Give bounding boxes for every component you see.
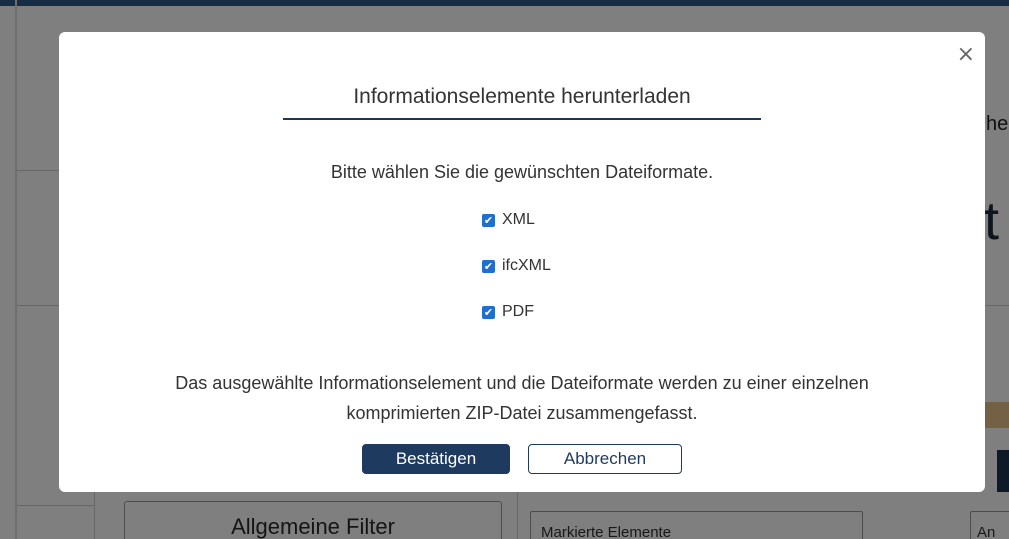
- dialog-note: Das ausgewählte Informationselement und …: [59, 368, 985, 428]
- format-option-pdf[interactable]: ✔ PDF: [482, 301, 534, 323]
- dialog-title: Informationselemente herunterladen: [353, 85, 691, 108]
- format-label: ifcXML: [502, 257, 551, 274]
- format-label: XML: [502, 211, 535, 228]
- note-line: Das ausgewählte Informationselement und …: [175, 373, 869, 393]
- download-dialog: × Informationselemente herunterladen Bit…: [59, 32, 985, 492]
- format-option-xml[interactable]: ✔ XML: [482, 209, 535, 231]
- dialog-instruction: Bitte wählen Sie die gewünschten Dateifo…: [330, 162, 714, 182]
- checkbox-ifcxml[interactable]: ✔: [482, 259, 495, 273]
- format-option-ifcxml[interactable]: ✔ ifcXML: [482, 255, 551, 277]
- note-line: komprimierten ZIP-Datei zusammengefasst.: [346, 403, 698, 423]
- confirm-button[interactable]: Bestätigen: [362, 444, 510, 474]
- checkbox-xml[interactable]: ✔: [482, 213, 495, 227]
- cancel-button[interactable]: Abbrechen: [528, 444, 682, 474]
- checkbox-pdf[interactable]: ✔: [482, 305, 495, 319]
- title-underline: [283, 118, 761, 120]
- format-label: PDF: [502, 303, 534, 320]
- close-icon[interactable]: ×: [957, 43, 975, 67]
